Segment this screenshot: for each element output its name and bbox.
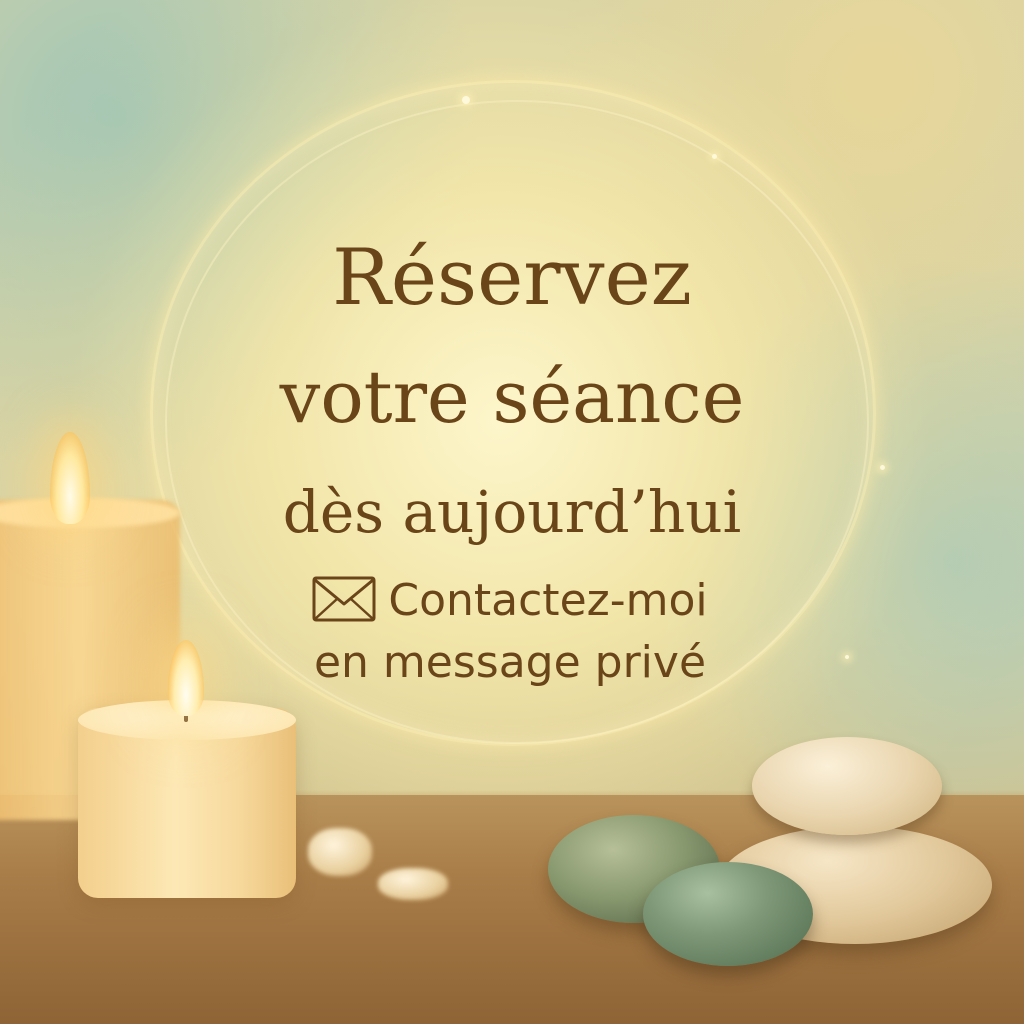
envelope-icon: [312, 576, 376, 622]
crystal-pebble: [378, 868, 448, 900]
light-sparkle: [880, 465, 885, 470]
contact-call-to-action: Contactez-moi en message privé: [210, 570, 810, 694]
headline-line-3: dès aujourd’hui: [282, 478, 742, 546]
light-sparkle: [712, 154, 717, 159]
beige-stone-top: [752, 737, 942, 835]
light-sparkle: [845, 655, 849, 659]
green-stone-front: [643, 862, 813, 966]
headline-line-2: votre séance: [279, 355, 745, 439]
back-candle-flame: [50, 432, 90, 524]
contact-line-2: en message privé: [313, 637, 707, 688]
headline-line-1: Réservez: [332, 233, 692, 323]
contact-line-1: Contactez-moi: [388, 575, 708, 626]
light-sparkle: [462, 96, 470, 104]
promo-scene: Réservez votre séance dès aujourd’hui Co…: [0, 0, 1024, 1024]
crystal-pebble: [308, 828, 372, 876]
headline: Réservez votre séance dès aujourd’hui: [150, 218, 874, 568]
contact-line-1-row: Contactez-moi: [210, 570, 810, 632]
